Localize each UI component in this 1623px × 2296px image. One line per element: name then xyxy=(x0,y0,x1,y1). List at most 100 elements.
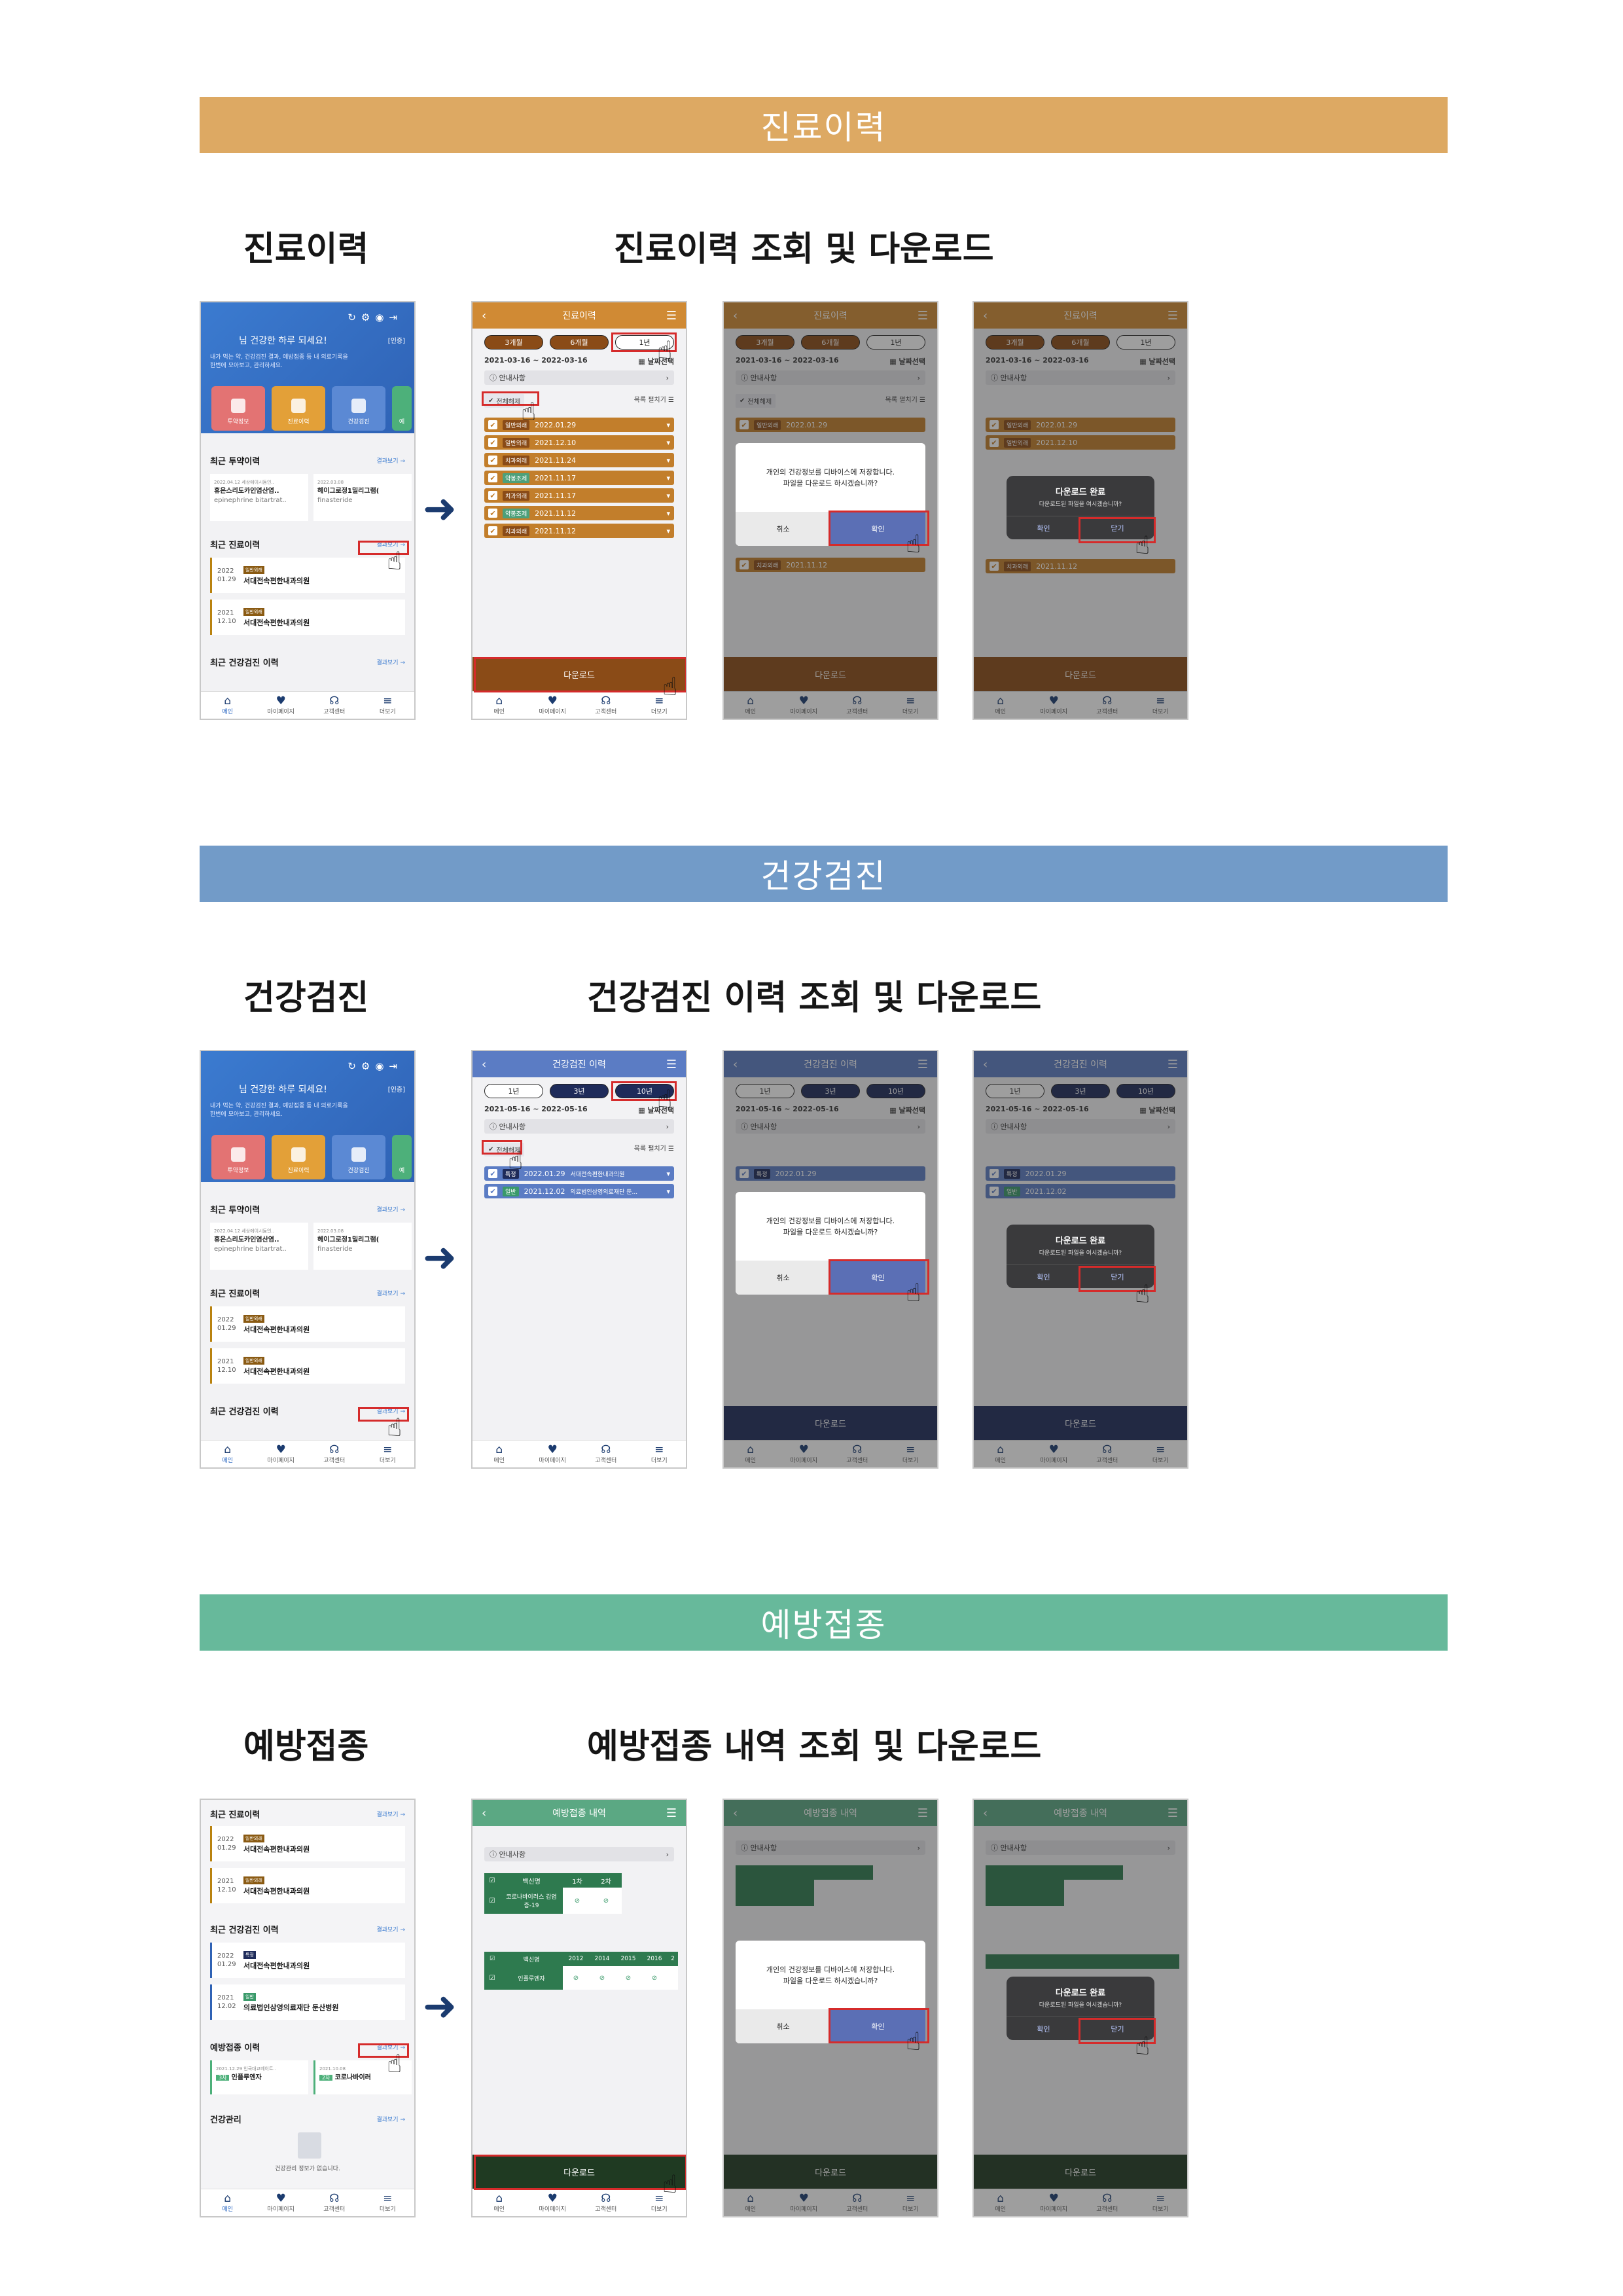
nav-mypage[interactable]: ♥ 마이페이지 xyxy=(255,2189,308,2216)
nav-home[interactable]: ⌂ 메인 xyxy=(201,692,255,719)
nav-more[interactable]: ≡ 더보기 xyxy=(633,2189,687,2216)
card-care[interactable]: 진료이력 xyxy=(272,1135,325,1179)
nav-home[interactable]: ⌂ 메인 xyxy=(201,2189,255,2216)
more-link[interactable]: 결과보기 → xyxy=(376,2115,405,2123)
card-drug[interactable]: 투약정보 xyxy=(211,386,265,431)
back-icon[interactable]: ‹ xyxy=(482,1806,486,1820)
record-row[interactable]: ✔ 치과외래 2021.11.24 ▾ xyxy=(484,453,674,467)
drug-card[interactable]: 2022.04.12 세상에이시듐인.. 휴온스리도카인염산염.. epinephr… xyxy=(210,474,308,521)
checkbox[interactable]: ✔ xyxy=(488,438,497,447)
list-menu-icon[interactable]: ☰ xyxy=(666,1058,677,1071)
table-row[interactable]: ☑ 인플루엔자 ⊘ ⊘ ⊘ ⊘ xyxy=(484,1966,678,1990)
record-row[interactable]: ✔ 일반 2021.12.02 의료법인삼영의료재단 둔... ▾ xyxy=(484,1184,674,1198)
checkbox[interactable]: ☑ xyxy=(484,1956,500,1962)
list-item[interactable]: 2021 12.10 일반외래 서대전속편한내과의원 xyxy=(210,600,405,635)
back-icon[interactable]: ‹ xyxy=(482,309,486,323)
nav-mypage[interactable]: ♥ 마이페이지 xyxy=(526,692,580,719)
back-icon[interactable]: ‹ xyxy=(482,1058,486,1071)
list-item[interactable]: 2022 01.29 일반외래 서대전속편한내과의원 xyxy=(210,1826,405,1861)
list-item[interactable]: 2022 01.29 특정 서대전속편한내과의원 xyxy=(210,1943,405,1978)
more-link[interactable]: 결과보기 → xyxy=(376,1205,405,1213)
notice-bar[interactable]: ⓘ 안내사항 › xyxy=(484,1119,674,1134)
list-item[interactable]: 2021 12.02 일반 의료법인삼영의료재단 둔산병원 xyxy=(210,1984,405,2020)
checkbox[interactable]: ✔ xyxy=(488,456,497,465)
checkbox[interactable]: ✔ xyxy=(488,420,497,429)
pill-6m[interactable]: 6개월 xyxy=(550,335,609,350)
nav-support[interactable]: ☊ 고객센터 xyxy=(308,2189,361,2216)
checkbox[interactable]: ✔ xyxy=(488,509,497,518)
header-icons[interactable]: ↻⚙◉⇥ xyxy=(348,312,402,323)
record-row[interactable]: ✔ 약봉조제 2021.11.12 ▾ xyxy=(484,506,674,520)
card-checkup[interactable]: 건강검진 xyxy=(332,386,385,431)
checkbox[interactable]: ✔ xyxy=(488,491,497,500)
checkbox[interactable]: ✔ xyxy=(488,526,497,535)
list-item[interactable]: 2022 01.29 일반외래 서대전속편한내과의원 xyxy=(210,558,405,593)
auth-badge[interactable]: [인증] xyxy=(388,335,405,345)
card-vaccine[interactable]: 예 xyxy=(392,1135,412,1179)
cancel-button[interactable]: 취소 xyxy=(736,1261,830,1295)
record-row[interactable]: ✔ 일반외래 2022.01.29 ▾ xyxy=(484,418,674,432)
checkbox[interactable]: ☑ xyxy=(484,1888,500,1914)
vaccine-card[interactable]: 2021.12.29 인국대교베이트.. 3차 인플루엔자 xyxy=(210,2060,308,2094)
nav-more[interactable]: ≡ 더보기 xyxy=(361,1441,415,1467)
header-icons[interactable]: ↻⚙◉⇥ xyxy=(348,1060,402,1072)
ok-button[interactable]: 확인 xyxy=(1007,516,1080,539)
nav-home[interactable]: ⌂ 메인 xyxy=(201,1441,255,1467)
list-item[interactable]: 2021 12.10 일반외래 서대전속편한내과의원 xyxy=(210,1348,405,1384)
card-checkup[interactable]: 건강검진 xyxy=(332,1135,385,1179)
more-link[interactable]: 결과보기 → xyxy=(376,456,405,465)
checkbox[interactable]: ✔ xyxy=(488,1169,497,1178)
nav-support[interactable]: ☊ 고객센터 xyxy=(579,692,633,719)
cancel-button[interactable]: 취소 xyxy=(736,2009,830,2043)
nav-home[interactable]: ⌂ 메인 xyxy=(473,2189,526,2216)
nav-home[interactable]: ⌂ 메인 xyxy=(473,692,526,719)
expand-list[interactable]: 목록 펼치기 ☰ xyxy=(634,1143,674,1157)
list-menu-icon[interactable]: ☰ xyxy=(666,1806,677,1820)
nav-home[interactable]: ⌂ 메인 xyxy=(473,1441,526,1467)
checkbox[interactable]: ☑ xyxy=(484,1877,500,1884)
record-row[interactable]: ✔ 치과외래 2021.11.12 ▾ xyxy=(484,524,674,538)
checkbox[interactable]: ✔ xyxy=(488,1187,497,1196)
list-item[interactable]: 2022 01.29 일반외래 서대전속편한내과의원 xyxy=(210,1306,405,1342)
nav-support[interactable]: ☊ 고객센터 xyxy=(579,1441,633,1467)
card-care[interactable]: 진료이력 xyxy=(272,386,325,431)
auth-badge[interactable]: [인증] xyxy=(388,1084,405,1094)
more-link[interactable]: 결과보기 → xyxy=(376,658,405,666)
nav-mypage[interactable]: ♥ 마이페이지 xyxy=(526,2189,580,2216)
pill-1y[interactable]: 1년 xyxy=(484,1084,543,1098)
ok-button[interactable]: 확인 xyxy=(1007,2017,1080,2040)
nav-more[interactable]: ≡ 더보기 xyxy=(633,1441,687,1467)
nav-more[interactable]: ≡ 더보기 xyxy=(361,692,415,719)
nav-more[interactable]: ≡ 더보기 xyxy=(361,2189,415,2216)
more-link[interactable]: 결과보기 → xyxy=(376,1925,405,1933)
record-row[interactable]: ✔ 약봉조제 2021.11.17 ▾ xyxy=(484,471,674,485)
record-row[interactable]: ✔ 일반외래 2021.12.10 ▾ xyxy=(484,435,674,450)
more-link[interactable]: 결과보기 → xyxy=(376,1810,405,1818)
nav-mypage[interactable]: ♥ 마이페이지 xyxy=(526,1441,580,1467)
nav-support[interactable]: ☊ 고객센터 xyxy=(579,2189,633,2216)
more-link[interactable]: 결과보기 → xyxy=(376,1289,405,1297)
card-drug[interactable]: 투약정보 xyxy=(211,1135,265,1179)
pill-3y[interactable]: 3년 xyxy=(550,1084,609,1098)
nav-support[interactable]: ☊ 고객센터 xyxy=(308,1441,361,1467)
ok-button[interactable]: 확인 xyxy=(1007,1265,1080,1288)
nav-support[interactable]: ☊ 고객센터 xyxy=(308,692,361,719)
list-item[interactable]: 2021 12.10 일반외래 서대전속편한내과의원 xyxy=(210,1868,405,1903)
drug-card[interactable]: 2022.03.08 헤이그로정1밀리그램(finasteride xyxy=(313,1223,412,1270)
notice-bar[interactable]: ⓘ 안내사항 › xyxy=(484,1847,674,1861)
nav-mypage[interactable]: ♥ 마이페이지 xyxy=(255,692,308,719)
pill-3m[interactable]: 3개월 xyxy=(484,335,543,350)
record-row[interactable]: ✔ 치과외래 2021.11.17 ▾ xyxy=(484,488,674,503)
list-menu-icon[interactable]: ☰ xyxy=(666,309,677,323)
nav-more[interactable]: ≡ 더보기 xyxy=(633,692,687,719)
drug-card[interactable]: 2022.03.08 헤이그로정1밀리그램(finasteride xyxy=(313,474,412,521)
table-row[interactable]: ☑ 코로나바이러스 감염증-19 ⊘ ⊘ xyxy=(484,1888,622,1914)
nav-mypage[interactable]: ♥ 마이페이지 xyxy=(255,1441,308,1467)
card-vaccine[interactable]: 예 xyxy=(392,386,412,431)
notice-bar[interactable]: ⓘ 안내사항 › xyxy=(484,370,674,385)
checkbox[interactable]: ☑ xyxy=(484,1966,500,1990)
drug-card[interactable]: 2022.04.12 세상에이시듐인.. 휴온스리도카인염산염.. epinephr… xyxy=(210,1223,308,1270)
cancel-button[interactable]: 취소 xyxy=(736,512,830,546)
expand-list[interactable]: 목록 펼치기 ☰ xyxy=(634,394,674,408)
checkbox[interactable]: ✔ xyxy=(488,473,497,482)
